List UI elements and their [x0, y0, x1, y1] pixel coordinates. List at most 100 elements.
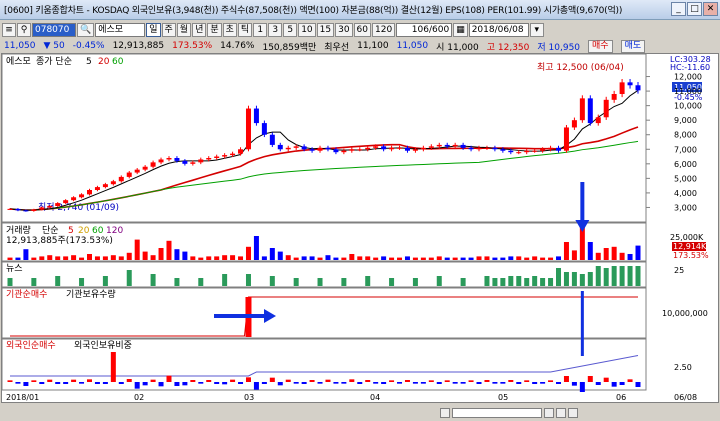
scroll-right-icon[interactable] [544, 407, 554, 418]
trade-amount: 150,859백만 [262, 42, 317, 53]
maximize-button[interactable]: □ [687, 2, 702, 16]
volume-bar [269, 248, 275, 260]
volume-bar [619, 252, 625, 260]
close-button[interactable]: ✕ [703, 2, 718, 16]
foreign-net-bar [293, 382, 299, 384]
foreign-net-bar [222, 382, 228, 385]
candle-body [611, 94, 617, 100]
candle-body [524, 150, 530, 153]
foreign-net-bar [412, 382, 418, 384]
foreign-net-bar [15, 382, 21, 384]
candle-body [548, 147, 554, 150]
period-second-button[interactable]: 초 [222, 22, 237, 37]
price-change: ▼ 50 [43, 41, 65, 51]
volume-bar [397, 257, 403, 260]
foreign-net-bar [603, 377, 609, 382]
volume-bar [31, 257, 37, 260]
period-month-button[interactable]: 월 [176, 22, 192, 37]
foreign-net-bar [7, 380, 13, 382]
low-price: 저 10,950 [537, 42, 581, 53]
foreign-net-bar [214, 382, 220, 384]
candle-body [110, 181, 116, 185]
status-bar [0, 404, 720, 421]
foreign-net-bar [182, 382, 188, 386]
chart-area[interactable]: 에스모 종가 단순 5 20 60 최고 12,500 (06/04) 최저 2… [1, 53, 719, 403]
candle-body [102, 184, 108, 188]
minute-10-button[interactable]: 10 [298, 22, 316, 37]
menu-icon[interactable]: ≡ [2, 22, 16, 37]
volume-bar [595, 252, 601, 260]
news-bar [222, 274, 228, 286]
stock-code-input[interactable]: 078070 [32, 22, 76, 37]
foreign-net-bar [500, 382, 506, 384]
candle-body [118, 176, 124, 182]
volume-bar [245, 246, 251, 260]
foreign-net-bar [373, 382, 379, 384]
volume-bar [333, 257, 339, 260]
zoom-out-icon[interactable] [568, 407, 578, 418]
zoom-in-icon[interactable] [556, 407, 566, 418]
inst-arrow-head [264, 309, 276, 323]
foreign-net-bar [102, 382, 108, 384]
stock-name-field[interactable]: 에스모 [95, 22, 146, 37]
sell-button[interactable]: 매도 [620, 39, 646, 53]
news-bar [508, 276, 514, 286]
news-bar [484, 276, 490, 286]
minute-60-button[interactable]: 60 [353, 22, 371, 37]
foreign-net-bar [556, 382, 562, 384]
news-bar [79, 278, 85, 286]
foreign-net-bar [365, 380, 371, 382]
minute-5-button[interactable]: 5 [283, 22, 298, 37]
candle-body [245, 108, 251, 150]
foreign-net-bar [524, 380, 530, 382]
volume-bar [428, 257, 434, 260]
chevron-down-icon[interactable]: ▾ [529, 22, 544, 37]
candle-body [63, 200, 69, 204]
volume-bar [492, 257, 498, 260]
period-minute-button[interactable]: 분 [207, 22, 222, 37]
data-count-field[interactable]: 106/600 [396, 22, 453, 37]
period-day-button[interactable]: 일 [146, 22, 161, 37]
foreign-net-bar [317, 382, 323, 384]
period-week-button[interactable]: 주 [161, 22, 176, 37]
window-titlebar: [0600] 키움종합차트 - KOSDAQ 외국인보유(3,948(천)) 주… [0, 0, 720, 20]
period-tick-button[interactable]: 틱 [237, 22, 253, 37]
scroll-left-icon[interactable] [440, 407, 450, 418]
candle-body [452, 144, 458, 147]
minute-15-button[interactable]: 15 [316, 22, 335, 37]
candle-body [166, 158, 172, 160]
volume-bar [63, 256, 69, 260]
open-price: 시 11,000 [436, 42, 479, 53]
minute-1-button[interactable]: 1 [253, 22, 268, 37]
volume-bar [365, 256, 371, 260]
calendar-icon[interactable]: ▦ [453, 22, 468, 37]
high-annotation: 최고 12,500 (06/04) [537, 62, 624, 73]
foreign-legend-2: 외국인보유비중 [74, 339, 132, 351]
minute-30-button[interactable]: 30 [335, 22, 353, 37]
panel-frames [2, 54, 647, 391]
volume-bar [452, 257, 458, 260]
stock-chart-svg[interactable]: 에스모 종가 단순 5 20 60 최고 12,500 (06/04) 최저 2… [2, 54, 718, 402]
period-year-button[interactable]: 년 [192, 22, 207, 37]
candle-body [516, 152, 522, 154]
volume-bar [476, 256, 482, 260]
volume-bar [142, 251, 148, 260]
candle-body [500, 149, 506, 151]
volume-bar [39, 256, 45, 260]
candle-body [579, 98, 585, 121]
horizontal-scrollbar[interactable] [452, 407, 542, 418]
minute-3-button[interactable]: 3 [268, 22, 283, 37]
candle-body [230, 153, 236, 156]
ma20-line [9, 126, 639, 211]
search-icon[interactable]: 🔍 [77, 22, 95, 37]
minimize-button[interactable]: _ [671, 2, 686, 16]
news-bar [460, 278, 466, 286]
pin-icon[interactable]: ⚲ [17, 22, 31, 37]
inst-legend-1: 기관순매수 [6, 289, 47, 300]
buy-button[interactable]: 매수 [588, 39, 613, 53]
candle-body [492, 147, 498, 150]
date-field[interactable]: 2018/06/08 [468, 22, 529, 37]
volume-bar [166, 240, 172, 260]
volume-bar [214, 256, 220, 260]
minute-120-button[interactable]: 120 [372, 22, 396, 37]
